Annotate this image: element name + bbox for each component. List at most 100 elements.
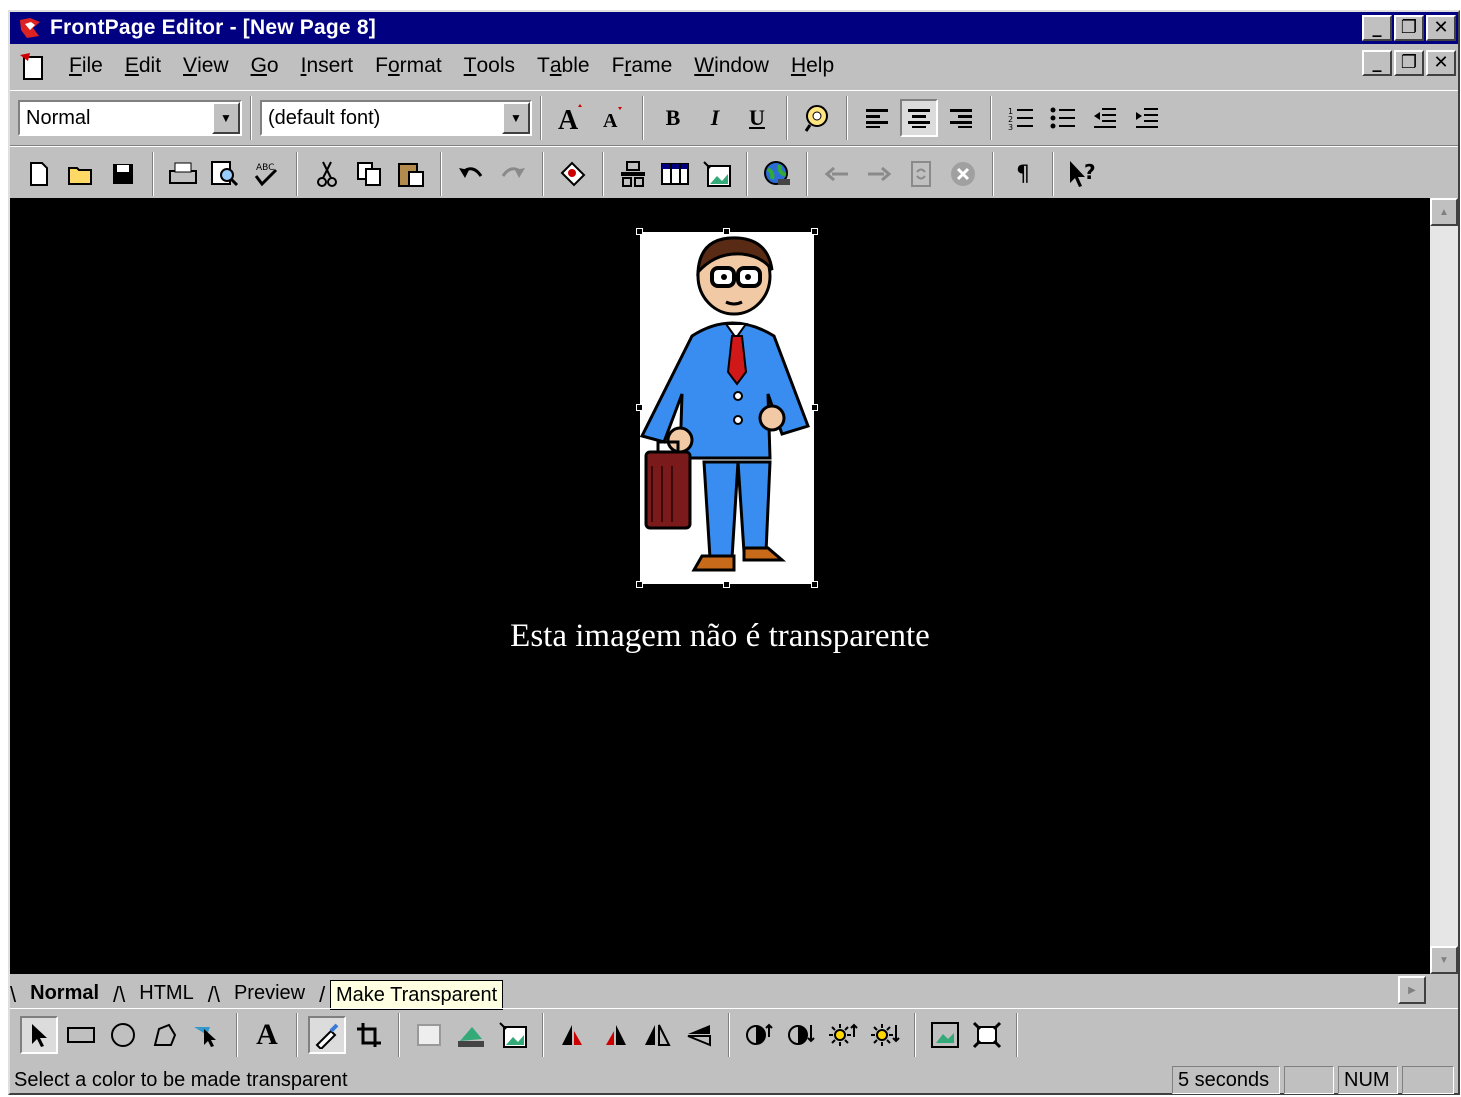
circle-icon[interactable] bbox=[104, 1016, 142, 1054]
menu-view[interactable]: View bbox=[172, 49, 240, 83]
menu-file[interactable]: File bbox=[58, 49, 114, 83]
hyperlink-icon[interactable] bbox=[758, 155, 796, 193]
save-icon[interactable] bbox=[104, 155, 142, 193]
black-and-white-icon[interactable] bbox=[452, 1016, 490, 1054]
chevron-down-icon[interactable]: ▼ bbox=[502, 102, 530, 134]
image-icon[interactable] bbox=[698, 155, 736, 193]
resize-handle[interactable] bbox=[811, 404, 818, 411]
print-preview-icon[interactable] bbox=[206, 155, 244, 193]
new-icon[interactable] bbox=[20, 155, 58, 193]
flip-vertical-icon[interactable] bbox=[680, 1016, 718, 1054]
copy-icon[interactable] bbox=[350, 155, 388, 193]
menu-edit[interactable]: Edit bbox=[114, 49, 172, 83]
rotate-left-icon[interactable] bbox=[554, 1016, 592, 1054]
scroll-down-button[interactable]: ▼ bbox=[1430, 946, 1458, 974]
doc-restore-button[interactable]: ❐ bbox=[1394, 50, 1424, 76]
refresh-icon[interactable] bbox=[902, 155, 940, 193]
resize-handle[interactable] bbox=[636, 228, 643, 235]
back-icon[interactable] bbox=[818, 155, 856, 193]
clip-art-image[interactable] bbox=[636, 228, 818, 588]
scroll-right-button[interactable]: ▶ bbox=[1398, 976, 1426, 1004]
document-icon[interactable] bbox=[16, 51, 46, 81]
resize-handle[interactable] bbox=[636, 404, 643, 411]
open-icon[interactable] bbox=[62, 155, 100, 193]
help-icon[interactable]: ? bbox=[1064, 155, 1102, 193]
menu-tools[interactable]: Tools bbox=[453, 49, 526, 83]
page-editor[interactable]: Esta imagem não é transparente bbox=[10, 198, 1430, 974]
minimize-button[interactable]: _ bbox=[1362, 15, 1392, 41]
resize-handle[interactable] bbox=[723, 581, 730, 588]
increase-indent-icon[interactable] bbox=[1128, 99, 1166, 137]
select-icon[interactable] bbox=[20, 1015, 58, 1054]
crop-icon[interactable] bbox=[350, 1016, 388, 1054]
page-caption[interactable]: Esta imagem não é transparente bbox=[10, 618, 1430, 655]
rotate-right-icon[interactable] bbox=[596, 1016, 634, 1054]
less-brightness-icon[interactable] bbox=[866, 1016, 904, 1054]
doc-minimize-button[interactable]: _ bbox=[1362, 50, 1392, 76]
font-select[interactable]: (default font) ▼ bbox=[260, 100, 532, 136]
restore-image-icon[interactable] bbox=[494, 1016, 532, 1054]
underline-button[interactable]: U bbox=[738, 99, 776, 137]
more-brightness-icon[interactable] bbox=[824, 1016, 862, 1054]
spelling-icon[interactable]: ABC bbox=[248, 155, 286, 193]
less-contrast-icon[interactable] bbox=[782, 1016, 820, 1054]
chevron-down-icon[interactable]: ▼ bbox=[212, 102, 240, 134]
toolbar-separator bbox=[806, 152, 808, 196]
washout-icon[interactable] bbox=[410, 1016, 448, 1054]
print-icon[interactable] bbox=[164, 155, 202, 193]
cut-icon[interactable] bbox=[308, 155, 346, 193]
show-all-icon[interactable]: ¶ bbox=[1004, 155, 1042, 193]
frontpage-app-icon[interactable] bbox=[16, 15, 44, 41]
menu-insert[interactable]: Insert bbox=[290, 49, 365, 83]
bulleted-list-icon[interactable] bbox=[1044, 99, 1082, 137]
menu-frame[interactable]: Fr ame bbox=[601, 49, 684, 83]
vertical-scrollbar[interactable]: ▲ ▼ bbox=[1430, 198, 1458, 974]
increase-text-size-icon[interactable]: A bbox=[552, 99, 590, 137]
resize-handle[interactable] bbox=[811, 581, 818, 588]
text-icon[interactable]: A bbox=[248, 1016, 286, 1054]
bevel-icon[interactable] bbox=[926, 1016, 964, 1054]
menu-table[interactable]: Ta ble bbox=[526, 49, 601, 83]
align-right-icon[interactable] bbox=[942, 99, 980, 137]
menu-go[interactable]: Go bbox=[240, 49, 290, 83]
resize-handle[interactable] bbox=[811, 228, 818, 235]
scroll-up-button[interactable]: ▲ bbox=[1430, 198, 1458, 226]
doc-close-button[interactable]: ✕ bbox=[1426, 50, 1456, 76]
align-left-icon[interactable] bbox=[858, 99, 896, 137]
make-transparent-icon[interactable] bbox=[308, 1015, 346, 1054]
flip-horizontal-icon[interactable] bbox=[638, 1016, 676, 1054]
redo-icon[interactable] bbox=[494, 155, 532, 193]
align-center-icon[interactable] bbox=[900, 99, 938, 137]
tab-normal[interactable]: Normal bbox=[16, 978, 113, 1008]
style-select[interactable]: Normal ▼ bbox=[18, 100, 242, 136]
numbered-list-icon[interactable]: 123 bbox=[1002, 99, 1040, 137]
highlight-hotspots-icon[interactable] bbox=[188, 1016, 226, 1054]
menu-format[interactable]: Fo rmat bbox=[364, 49, 453, 83]
menu-window[interactable]: Window bbox=[683, 49, 780, 83]
toolbar-separator bbox=[236, 1012, 238, 1057]
tab-html[interactable]: HTML bbox=[125, 978, 207, 1008]
undo-icon[interactable] bbox=[452, 155, 490, 193]
decrease-text-size-icon[interactable]: A bbox=[594, 99, 632, 137]
table-icon[interactable] bbox=[656, 155, 694, 193]
resize-handle[interactable] bbox=[723, 228, 730, 235]
title-bar[interactable]: FrontPage Editor - [New Page 8] _ ❐ ✕ bbox=[10, 12, 1458, 44]
tab-preview[interactable]: Preview bbox=[220, 978, 319, 1008]
polygon-icon[interactable] bbox=[146, 1016, 184, 1054]
italic-button[interactable]: I bbox=[696, 99, 734, 137]
stop-icon[interactable] bbox=[944, 155, 982, 193]
webbot-icon[interactable] bbox=[554, 155, 592, 193]
text-color-icon[interactable] bbox=[798, 99, 836, 137]
paste-icon[interactable] bbox=[392, 155, 430, 193]
resample-icon[interactable] bbox=[968, 1016, 1006, 1054]
restore-button[interactable]: ❐ bbox=[1394, 15, 1424, 41]
resize-handle[interactable] bbox=[636, 581, 643, 588]
rectangle-icon[interactable] bbox=[62, 1016, 100, 1054]
close-button[interactable]: ✕ bbox=[1426, 15, 1456, 41]
forward-icon[interactable] bbox=[860, 155, 898, 193]
form-field-icon[interactable] bbox=[614, 155, 652, 193]
menu-help[interactable]: Help bbox=[780, 49, 845, 83]
bold-button[interactable]: B bbox=[654, 99, 692, 137]
more-contrast-icon[interactable] bbox=[740, 1016, 778, 1054]
decrease-indent-icon[interactable] bbox=[1086, 99, 1124, 137]
